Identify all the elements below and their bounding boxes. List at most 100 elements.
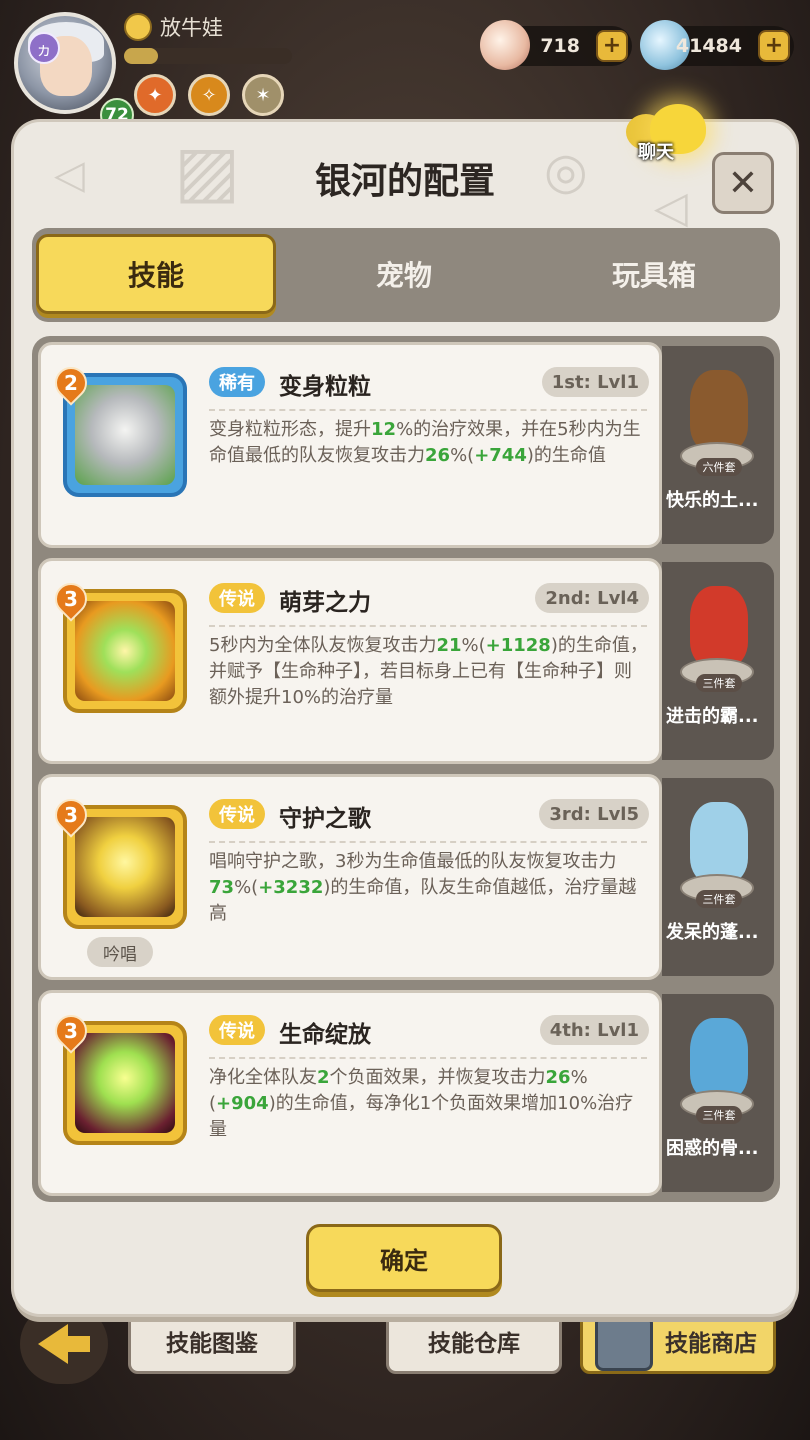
- tab-bar: 技能 宠物 玩具箱: [32, 228, 780, 322]
- rarity-badge: 稀有: [209, 367, 265, 397]
- player-name: 放牛娃: [160, 16, 223, 40]
- back-button[interactable]: [20, 1304, 108, 1384]
- currency-value: 718: [540, 35, 580, 57]
- add-gem-button[interactable]: +: [758, 30, 790, 62]
- shell-icon: [480, 20, 530, 70]
- description-text: 个负面效果，并恢复攻击力: [329, 1067, 546, 1088]
- xp-bar: [124, 48, 292, 64]
- owl-icon: [75, 385, 175, 485]
- smiley-icon: [124, 13, 152, 41]
- back-arrow-tail: [68, 1336, 90, 1352]
- tab-pets[interactable]: 宠物: [282, 234, 526, 314]
- tab-skills[interactable]: 技能: [36, 234, 276, 314]
- close-button[interactable]: ✕: [712, 152, 774, 214]
- description-text: 5秒内为全体队友恢复攻击力: [209, 635, 437, 656]
- skill-description: 变身粒粒形态，提升12%的治疗效果，并在5秒内为生命值最低的队友恢复攻击力26%…: [209, 417, 649, 469]
- skill-stars: 2: [64, 371, 78, 395]
- chat-button[interactable]: 聊天: [626, 104, 716, 178]
- skill-row[interactable]: 三件套 进击的霸... 3 传说 萌芽之力 2nd: Lvl4 5秒内为全体队友…: [38, 558, 774, 764]
- toy-card[interactable]: 三件套 发呆的蓬...: [662, 778, 774, 976]
- skill-list: 六件套 快乐的土... 2 稀有 变身粒粒 1st: Lvl1 变身粒粒形态，提…: [32, 336, 780, 1202]
- skill-row[interactable]: 三件套 困惑的骨... 3 传说 生命绽放 4th: Lvl1 净化全体队友2个…: [38, 990, 774, 1196]
- skill-card[interactable]: 3 传说 萌芽之力 2nd: Lvl4 5秒内为全体队友恢复攻击力21%(+11…: [38, 558, 662, 764]
- skill-level: 3rd: Lvl5: [539, 799, 649, 829]
- skill-row[interactable]: 三件套 发呆的蓬... 3 吟唱 传说 守护之歌 3rd: Lvl5 唱响守护之…: [38, 774, 774, 980]
- highlight-value: +744: [474, 445, 527, 466]
- skill-description: 唱响守护之歌，3秒为生命值最低的队友恢复攻击力73%(+3232)的生命值，队友…: [209, 849, 649, 927]
- skill-name: 生命绽放: [279, 1022, 371, 1048]
- top-hud: ヵ 72 放牛娃 ✦ ✧ ✶ 718 + 41484 +: [0, 0, 810, 132]
- highlight-value: +3232: [258, 877, 324, 898]
- add-shell-button[interactable]: +: [596, 30, 628, 62]
- currency-value: 41484: [675, 35, 742, 57]
- highlight-value: +904: [216, 1093, 269, 1114]
- description-text: %(: [234, 877, 259, 898]
- currency-gem: 41484 +: [640, 20, 794, 70]
- description-text: )的生命值: [526, 445, 606, 466]
- rarity-badge: 传说: [209, 583, 265, 613]
- toy-name: 发呆的蓬...: [666, 922, 759, 943]
- player-avatar[interactable]: ヵ 72: [14, 12, 134, 132]
- description-text: %(: [450, 445, 475, 466]
- close-icon: ✕: [727, 162, 759, 204]
- buff-icon-shield[interactable]: ✶: [242, 74, 284, 116]
- skill-name: 守护之歌: [279, 806, 371, 832]
- toy-figure: [690, 370, 748, 450]
- toy-figure: [690, 586, 748, 666]
- highlight-value: 12: [371, 419, 397, 440]
- skill-stars: 3: [64, 1019, 78, 1043]
- divider: [209, 841, 647, 843]
- shield-icon: [75, 817, 175, 917]
- skill-level: 4th: Lvl1: [539, 1015, 649, 1045]
- currency-shell: 718 +: [480, 20, 632, 70]
- toy-card[interactable]: 三件套 进击的霸...: [662, 562, 774, 760]
- skill-description: 净化全体队友2个负面效果，并恢复攻击力26%(+904)的生命值，每净化1个负面…: [209, 1065, 649, 1143]
- divider: [209, 1057, 647, 1059]
- skill-storage-button[interactable]: 技能仓库: [386, 1308, 562, 1374]
- buff-icon-fire[interactable]: ✦: [134, 74, 176, 116]
- buff-icon-power[interactable]: ✧: [188, 74, 230, 116]
- skill-stars: 3: [64, 587, 78, 611]
- description-text: %(: [461, 635, 486, 656]
- skill-name: 变身粒粒: [279, 374, 371, 400]
- back-arrow-icon: [38, 1324, 68, 1364]
- toy-set-badge: 三件套: [696, 890, 742, 908]
- skill-description: 5秒内为全体队友恢复攻击力21%(+1128)的生命值，并赋予【生命种子】，若目…: [209, 633, 649, 711]
- highlight-value: 21: [436, 635, 462, 656]
- description-text: 变身粒粒形态，提升: [209, 419, 371, 440]
- skill-card[interactable]: 3 传说 生命绽放 4th: Lvl1 净化全体队友2个负面效果，并恢复攻击力2…: [38, 990, 662, 1196]
- description-text: 净化全体队友: [209, 1067, 317, 1088]
- skill-level: 1st: Lvl1: [541, 367, 649, 397]
- chant-tag: 吟唱: [87, 937, 153, 967]
- tab-toybox[interactable]: 玩具箱: [532, 234, 776, 314]
- skill-card[interactable]: 2 稀有 变身粒粒 1st: Lvl1 变身粒粒形态，提升12%的治疗效果，并在…: [38, 342, 662, 548]
- skill-name: 萌芽之力: [279, 590, 371, 616]
- divider: [209, 625, 647, 627]
- description-text: 唱响守护之歌，3秒为生命值最低的队友恢复攻击力: [209, 851, 617, 872]
- highlight-value: 2: [317, 1067, 330, 1088]
- toy-name: 快乐的土...: [666, 490, 759, 511]
- toy-figure: [690, 802, 748, 882]
- skill-level: 2nd: Lvl4: [535, 583, 649, 613]
- toy-set-badge: 三件套: [696, 674, 742, 692]
- rarity-badge: 传说: [209, 1015, 265, 1045]
- confirm-button[interactable]: 确定: [306, 1224, 502, 1292]
- skill-codex-button[interactable]: 技能图鉴: [128, 1308, 296, 1374]
- chat-label: 聊天: [638, 142, 674, 163]
- sprout-icon: [75, 601, 175, 701]
- shop-icon: [595, 1315, 653, 1371]
- loadout-modal: ◁ ▨ ◎ ◁ 银河的配置 聊天 ✕ 技能 宠物 玩具箱 六件套 快乐的土...: [14, 104, 796, 1314]
- toy-card[interactable]: 三件套 困惑的骨...: [662, 994, 774, 1192]
- skill-stars: 3: [64, 803, 78, 827]
- rarity-badge: 传说: [209, 799, 265, 829]
- highlight-value: 26: [545, 1067, 571, 1088]
- toy-figure: [690, 1018, 748, 1098]
- highlight-value: 26: [425, 445, 451, 466]
- skill-shop-button[interactable]: 技能商店: [580, 1308, 776, 1374]
- toy-card[interactable]: 六件套 快乐的土...: [662, 346, 774, 544]
- skill-shop-label: 技能商店: [665, 1331, 757, 1357]
- rune-icon: ヵ: [28, 32, 60, 64]
- player-name-row: 放牛娃: [124, 12, 223, 42]
- skill-row[interactable]: 六件套 快乐的土... 2 稀有 变身粒粒 1st: Lvl1 变身粒粒形态，提…: [38, 342, 774, 548]
- skill-card[interactable]: 3 吟唱 传说 守护之歌 3rd: Lvl5 唱响守护之歌，3秒为生命值最低的队…: [38, 774, 662, 980]
